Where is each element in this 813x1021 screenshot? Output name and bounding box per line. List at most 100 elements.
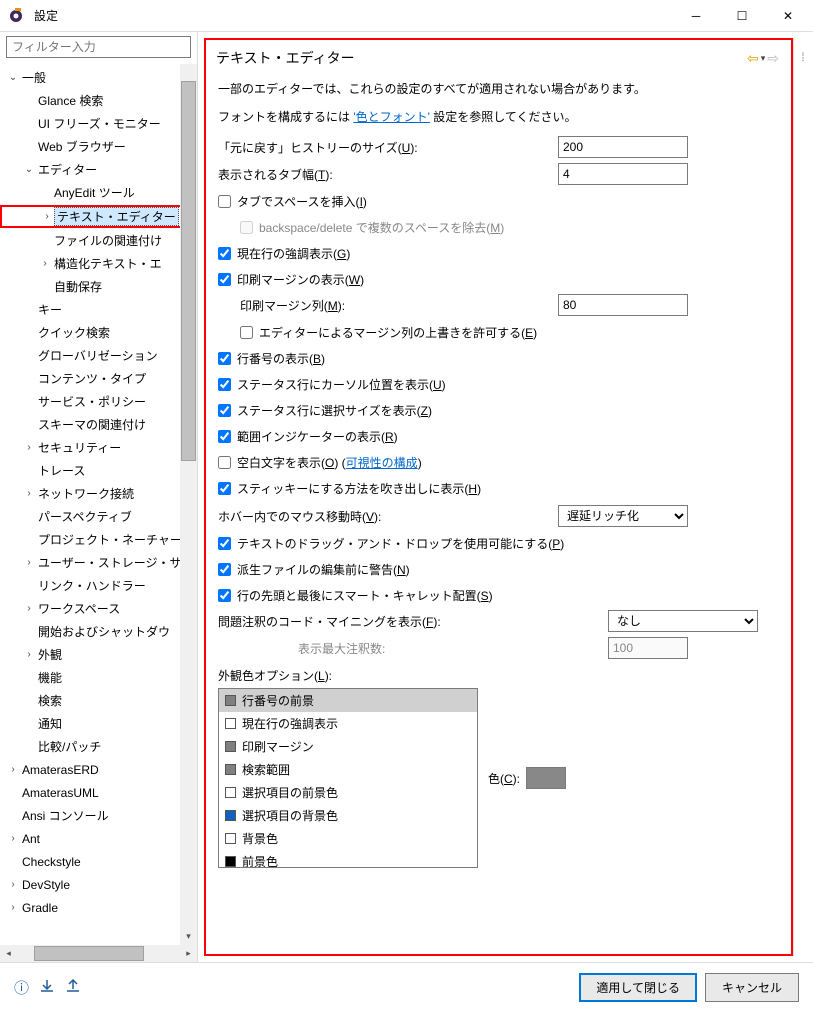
tree-item[interactable]: プロジェクト・ネーチャー — [0, 528, 197, 551]
vertical-scrollbar[interactable] — [180, 64, 197, 945]
scrollbar-thumb[interactable] — [181, 81, 196, 461]
list-item[interactable]: 背景色 — [219, 827, 477, 850]
overflow-column[interactable]: ⁞ — [793, 38, 813, 956]
filter-input[interactable] — [6, 36, 191, 58]
chevron-right-icon[interactable]: › — [22, 557, 36, 568]
tree-item[interactable]: Glance 検索 — [0, 89, 197, 112]
close-button[interactable]: ✕ — [765, 1, 811, 31]
tree-item[interactable]: ›DevStyle — [0, 873, 197, 896]
scrollbar-down-icon[interactable]: ▾ — [180, 928, 197, 945]
apply-close-button[interactable]: 適用して閉じる — [579, 973, 697, 1002]
tree-item[interactable]: リンク・ハンドラー — [0, 574, 197, 597]
highlight-line-checkbox[interactable] — [218, 247, 231, 260]
tree-item[interactable]: ›Gradle — [0, 896, 197, 919]
chevron-right-icon[interactable]: › — [38, 258, 52, 269]
chevron-down-icon[interactable]: ⌄ — [6, 72, 20, 83]
back-arrow-icon[interactable]: ⇦ — [747, 50, 759, 67]
tree-item[interactable]: 開始およびシャットダウ — [0, 620, 197, 643]
line-numbers-checkbox[interactable] — [218, 352, 231, 365]
tree-item[interactable]: Checkstyle — [0, 850, 197, 873]
maximize-button[interactable]: ☐ — [719, 1, 765, 31]
tree-item[interactable]: 検索 — [0, 689, 197, 712]
allow-override-checkbox[interactable] — [240, 326, 253, 339]
horizontal-scrollbar[interactable]: ◂ ▸ — [0, 945, 197, 962]
tree-item[interactable]: クイック検索 — [0, 321, 197, 344]
tree-item[interactable]: ⌄エディター — [0, 158, 197, 181]
list-item[interactable]: 検索範囲 — [219, 758, 477, 781]
dnd-checkbox[interactable] — [218, 537, 231, 550]
color-button[interactable] — [526, 767, 566, 789]
list-item[interactable]: 選択項目の前景色 — [219, 781, 477, 804]
minimize-button[interactable]: ─ — [673, 1, 719, 31]
tab-width-input[interactable] — [558, 163, 688, 185]
chevron-right-icon[interactable]: › — [6, 902, 20, 913]
list-item[interactable]: 印刷マージン — [219, 735, 477, 758]
chevron-right-icon[interactable]: › — [22, 488, 36, 499]
insert-spaces-checkbox[interactable] — [218, 195, 231, 208]
code-mining-select[interactable]: なし — [608, 610, 758, 632]
tree-item[interactable]: UI フリーズ・モニター — [0, 112, 197, 135]
appearance-listbox[interactable]: 行番号の前景現在行の強調表示印刷マージン検索範囲選択項目の前景色選択項目の背景色… — [218, 688, 478, 868]
tree-item[interactable]: ›Ant — [0, 827, 197, 850]
tree-item-label: パースペクティブ — [36, 507, 134, 526]
import-icon[interactable] — [39, 979, 55, 997]
preferences-tree[interactable]: ⌄一般Glance 検索UI フリーズ・モニターWeb ブラウザー⌄エディターA… — [0, 64, 197, 921]
tree-item[interactable]: ›ユーザー・ストレージ・サ — [0, 551, 197, 574]
export-icon[interactable] — [65, 979, 81, 997]
tree-item[interactable]: Web ブラウザー — [0, 135, 197, 158]
sel-size-checkbox[interactable] — [218, 404, 231, 417]
tree-item-label: ワークスペース — [36, 599, 122, 618]
list-item[interactable]: 現在行の強調表示 — [219, 712, 477, 735]
help-icon[interactable]: ⓘ — [14, 977, 29, 998]
chevron-right-icon[interactable]: › — [6, 879, 20, 890]
chevron-right-icon[interactable]: › — [6, 833, 20, 844]
tree-item[interactable]: AmaterasUML — [0, 781, 197, 804]
colors-fonts-link[interactable]: '色とフォント' — [353, 110, 430, 124]
tree-item[interactable]: ›ネットワーク接続 — [0, 482, 197, 505]
chevron-right-icon[interactable]: › — [22, 442, 36, 453]
chevron-right-icon[interactable]: › — [22, 649, 36, 660]
tree-item[interactable]: スキーマの関連付け — [0, 413, 197, 436]
list-item[interactable]: 前景色 — [219, 850, 477, 868]
tree-item[interactable]: 機能 — [0, 666, 197, 689]
tree-item[interactable]: AnyEdit ツール — [0, 181, 197, 204]
tree-item[interactable]: トレース — [0, 459, 197, 482]
tree-item[interactable]: グローバリゼーション — [0, 344, 197, 367]
tree-item[interactable]: キー — [0, 298, 197, 321]
range-ind-checkbox[interactable] — [218, 430, 231, 443]
tree-item[interactable]: ›ワークスペース — [0, 597, 197, 620]
tree-item[interactable]: ›AmaterasERD — [0, 758, 197, 781]
hover-select[interactable]: 遅延リッチ化 — [558, 505, 688, 527]
list-item[interactable]: 行番号の前景 — [219, 689, 477, 712]
sticky-checkbox[interactable] — [218, 482, 231, 495]
tree-item[interactable]: ファイルの関連付け — [0, 229, 197, 252]
print-col-input[interactable] — [558, 294, 688, 316]
cancel-button[interactable]: キャンセル — [705, 973, 799, 1002]
tree-item[interactable]: ⌄一般 — [0, 66, 197, 89]
list-item[interactable]: 選択項目の背景色 — [219, 804, 477, 827]
tree-item[interactable]: Ansi コンソール — [0, 804, 197, 827]
whitespace-checkbox[interactable] — [218, 456, 231, 469]
chevron-right-icon[interactable]: › — [6, 764, 20, 775]
chevron-down-icon[interactable]: ⌄ — [22, 164, 36, 175]
cursor-pos-checkbox[interactable] — [218, 378, 231, 391]
tree-item[interactable]: ›セキュリティー — [0, 436, 197, 459]
chevron-right-icon[interactable]: › — [22, 603, 36, 614]
tree-item[interactable]: ›構造化テキスト・エ — [0, 252, 197, 275]
scrollbar-thumb-h[interactable] — [34, 946, 144, 961]
print-margin-checkbox[interactable] — [218, 273, 231, 286]
tree-item[interactable]: 自動保存 — [0, 275, 197, 298]
tree-item[interactable]: コンテンツ・タイプ — [0, 367, 197, 390]
undo-history-input[interactable] — [558, 136, 688, 158]
smart-caret-checkbox[interactable] — [218, 589, 231, 602]
back-menu-icon[interactable]: ▾ — [761, 53, 766, 64]
whitespace-config-link[interactable]: 可視性の構成 — [346, 456, 418, 470]
tree-item[interactable]: サービス・ポリシー — [0, 390, 197, 413]
tree-item[interactable]: ›テキスト・エディター — [0, 205, 193, 228]
derived-warn-checkbox[interactable] — [218, 563, 231, 576]
tree-item[interactable]: パースペクティブ — [0, 505, 197, 528]
tree-item[interactable]: 通知 — [0, 712, 197, 735]
chevron-right-icon[interactable]: › — [40, 211, 54, 222]
tree-item[interactable]: ›外観 — [0, 643, 197, 666]
tree-item[interactable]: 比較/パッチ — [0, 735, 197, 758]
